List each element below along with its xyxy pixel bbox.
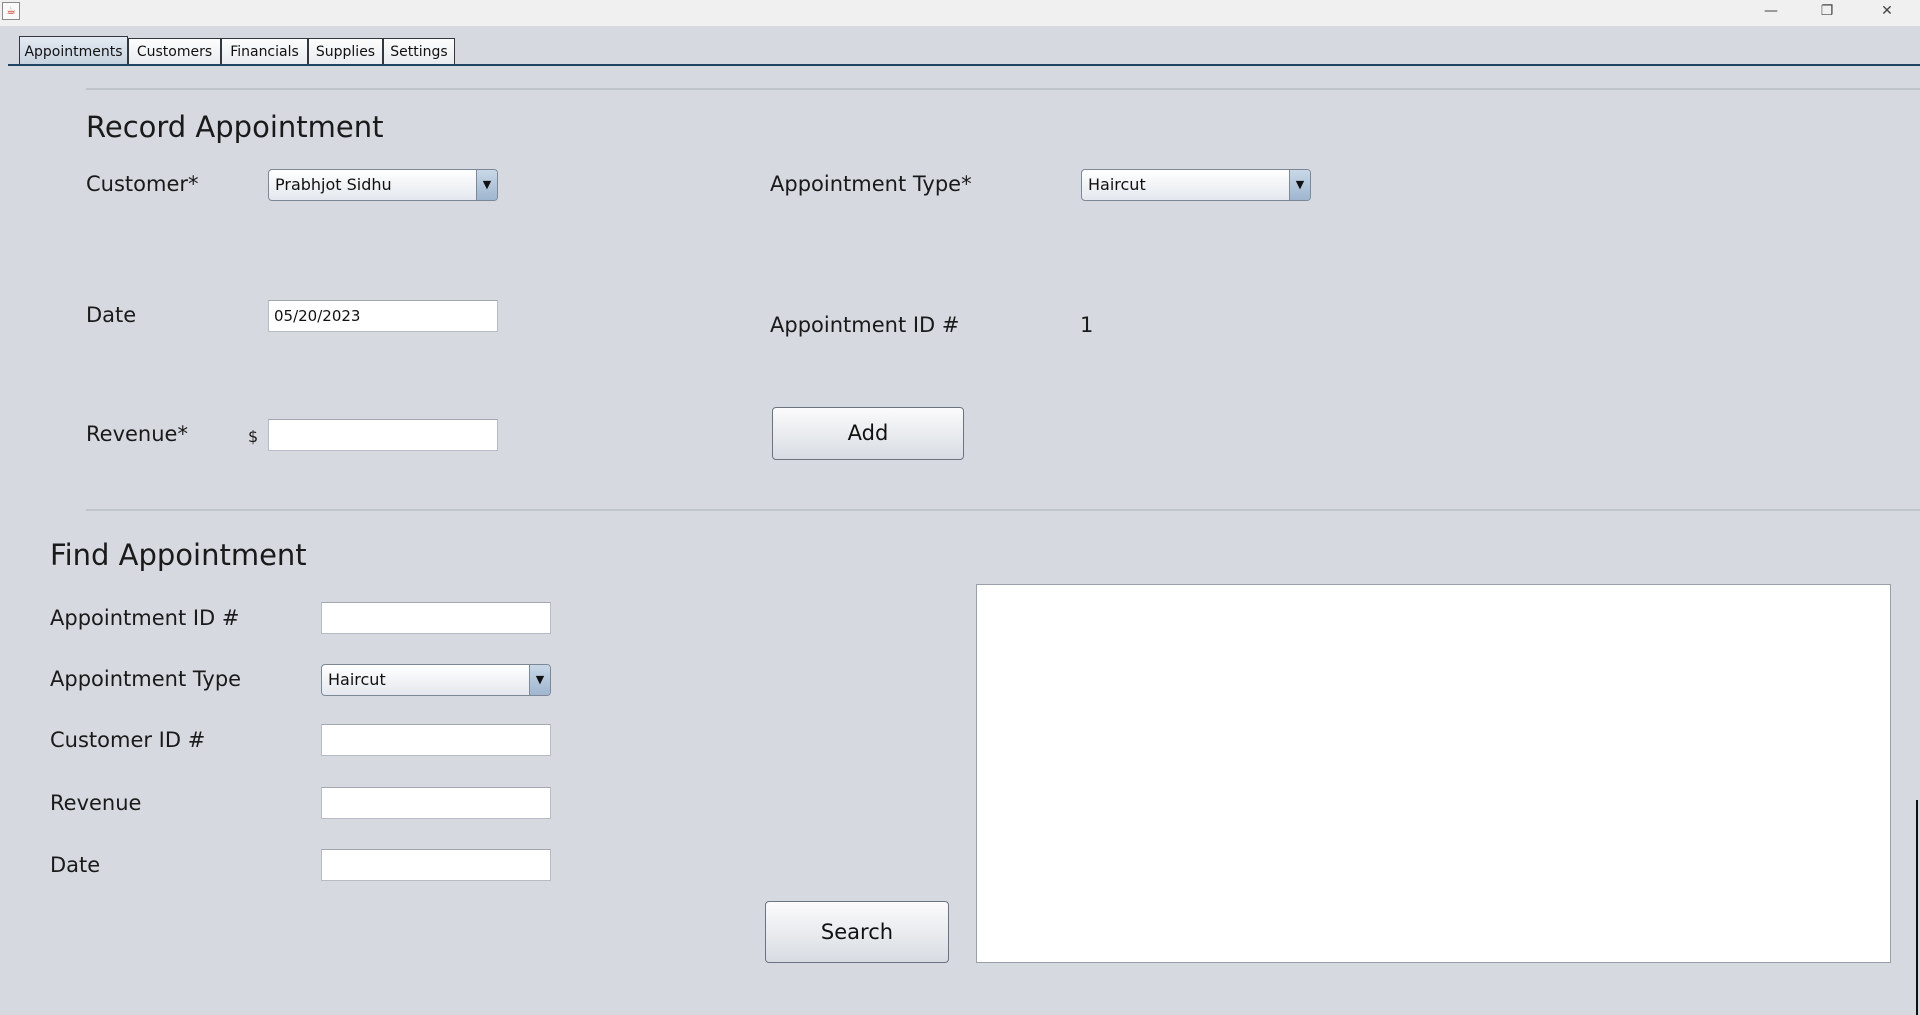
tab-customers[interactable]: Customers	[128, 38, 221, 66]
customer-dropdown-value: Prabhjot Sidhu	[275, 175, 392, 194]
customer-label: Customer*	[86, 172, 199, 196]
find-appointment-type-label: Appointment Type	[50, 667, 242, 691]
window-edge-line	[1916, 800, 1918, 1015]
find-revenue-input[interactable]	[321, 787, 551, 819]
close-button[interactable]: ✕	[1864, 0, 1910, 26]
tab-financials[interactable]: Financials	[221, 38, 308, 66]
minimize-button[interactable]: —	[1748, 0, 1794, 26]
date-label: Date	[86, 303, 137, 327]
find-appointment-type-dropdown[interactable]: Haircut ▼	[321, 664, 551, 696]
chevron-down-icon[interactable]: ▼	[529, 665, 550, 695]
appointment-type-dropdown[interactable]: Haircut ▼	[1081, 169, 1311, 201]
tab-supplies[interactable]: Supplies	[308, 38, 383, 66]
revenue-input[interactable]	[268, 419, 498, 451]
find-date-input[interactable]	[321, 849, 551, 881]
java-app-icon: ☕	[2, 2, 20, 20]
find-revenue-label: Revenue	[50, 791, 142, 815]
customer-dropdown[interactable]: Prabhjot Sidhu ▼	[268, 169, 498, 201]
middle-divider	[86, 509, 1920, 511]
find-appointment-heading: Find Appointment	[50, 538, 307, 572]
tab-settings[interactable]: Settings	[383, 38, 455, 66]
appointment-id-value: 1	[1080, 313, 1094, 337]
record-appointment-heading: Record Appointment	[86, 110, 384, 144]
find-appointment-id-label: Appointment ID #	[50, 606, 240, 630]
tab-appointments[interactable]: Appointments	[19, 36, 128, 66]
date-input[interactable]	[268, 300, 498, 332]
find-customer-id-input[interactable]	[321, 724, 551, 756]
tab-underline	[8, 64, 1920, 66]
currency-symbol: $	[248, 427, 259, 446]
search-button[interactable]: Search	[765, 901, 949, 963]
appointment-type-label: Appointment Type*	[770, 172, 972, 196]
results-text-area[interactable]	[976, 584, 1891, 963]
appointment-type-dropdown-value: Haircut	[1088, 175, 1146, 194]
window-titlebar: ☕ — ❐ ✕	[0, 0, 1920, 26]
appointment-id-label: Appointment ID #	[770, 313, 960, 337]
restore-button[interactable]: ❐	[1804, 0, 1850, 26]
top-divider	[86, 88, 1920, 90]
add-button[interactable]: Add	[772, 407, 964, 460]
chevron-down-icon[interactable]: ▼	[1289, 170, 1310, 200]
find-appointment-type-value: Haircut	[328, 670, 386, 689]
chevron-down-icon[interactable]: ▼	[476, 170, 497, 200]
find-date-label: Date	[50, 853, 101, 877]
revenue-label: Revenue*	[86, 422, 188, 446]
find-appointment-id-input[interactable]	[321, 602, 551, 634]
find-customer-id-label: Customer ID #	[50, 728, 206, 752]
